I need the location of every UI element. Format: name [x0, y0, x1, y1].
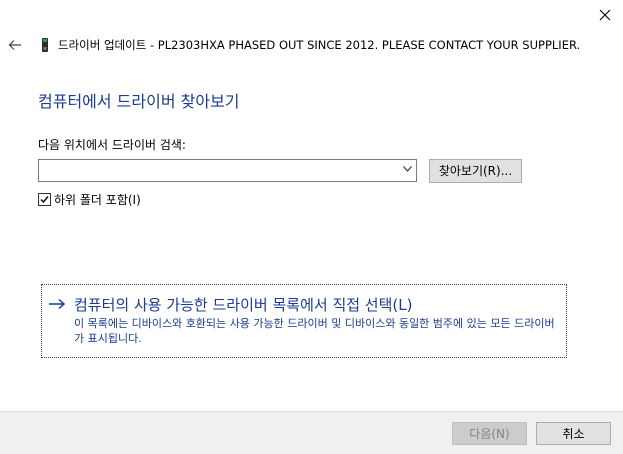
pick-from-list-description: 이 목록에는 디바이스와 호환되는 사용 가능한 드라이버 및 디바이스와 동일…	[74, 317, 555, 345]
back-button[interactable]	[6, 36, 26, 54]
wizard-title: 드라이버 업데이트 - PL2303HXA PHASED OUT SINCE 2…	[58, 38, 581, 52]
footer-bar: 다음(N) 취소	[0, 411, 623, 454]
device-icon	[38, 38, 52, 52]
cancel-button[interactable]: 취소	[536, 422, 611, 445]
include-subfolders-checkbox[interactable]	[38, 193, 51, 206]
pick-from-list-title[interactable]: 컴퓨터의 사용 가능한 드라이버 목록에서 직접 선택(L)	[74, 294, 412, 315]
arrow-right-icon	[49, 298, 66, 310]
path-combobox[interactable]	[38, 159, 417, 182]
include-subfolders-label[interactable]: 하위 폴더 포함(I)	[54, 191, 141, 208]
include-subfolders-row[interactable]: 하위 폴더 포함(I)	[38, 191, 141, 208]
page-title: 컴퓨터에서 드라이버 찾아보기	[38, 92, 240, 111]
checkmark-icon	[40, 196, 49, 204]
back-arrow-icon	[8, 40, 21, 50]
search-location-label: 다음 위치에서 드라이버 검색:	[38, 138, 186, 152]
path-input[interactable]	[39, 160, 389, 181]
wizard-header: 드라이버 업데이트 - PL2303HXA PHASED OUT SINCE 2…	[38, 37, 580, 53]
browse-button[interactable]: 찾아보기(R)...	[429, 159, 522, 183]
chevron-down-icon[interactable]	[403, 166, 412, 172]
next-button[interactable]: 다음(N)	[452, 422, 527, 445]
close-button[interactable]	[593, 4, 617, 26]
close-icon	[599, 9, 611, 21]
pick-from-list-link[interactable]: 컴퓨터의 사용 가능한 드라이버 목록에서 직접 선택(L) 이 목록에는 디바…	[41, 284, 567, 358]
